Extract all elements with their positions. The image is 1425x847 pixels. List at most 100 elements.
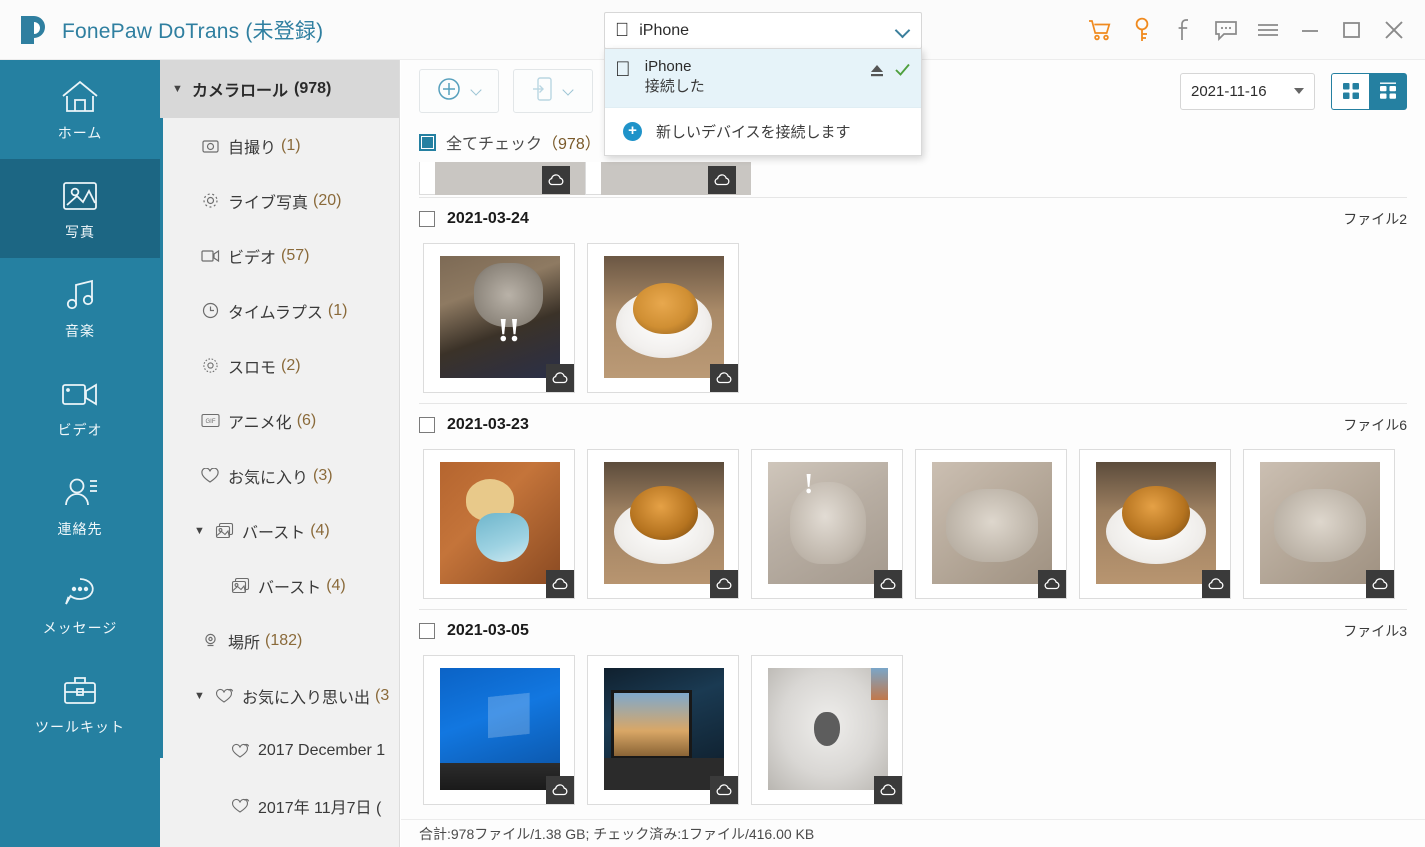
chevron-down-icon[interactable] <box>897 24 911 38</box>
device-dropdown-item-iphone[interactable]:  iPhone 接続した <box>605 49 921 108</box>
thumbnail[interactable] <box>423 243 575 393</box>
tree-item-selfies[interactable]: 自撮り (1) <box>160 118 399 173</box>
tree-item-burst-child[interactable]: バースト (4) <box>160 558 399 613</box>
sidebar-item-toolkit[interactable]: ツールキット <box>0 654 160 753</box>
key-icon[interactable] <box>1121 7 1163 53</box>
group-file-count: ファイル3 <box>1343 622 1407 639</box>
thumbnail-image <box>1096 462 1216 584</box>
tree-item-count: (182) <box>265 631 303 649</box>
grid-view-button[interactable] <box>1331 72 1369 110</box>
date-group-header[interactable]: 2021-03-05 ファイル3 <box>419 609 1407 651</box>
chevron-down-icon[interactable] <box>472 86 483 97</box>
check-all-checkbox[interactable] <box>419 133 436 151</box>
tree-scroll-indicator[interactable] <box>160 118 163 758</box>
tree-item-slomo[interactable]: スロモ (2) <box>160 338 399 393</box>
sidebar-item-messages[interactable]: メッセージ <box>0 555 160 654</box>
caret-down-icon[interactable]: ▼ <box>194 690 208 702</box>
thumbnail[interactable] <box>585 162 751 195</box>
sidebar-item-photos[interactable]: 写真 <box>0 159 160 258</box>
tree-root-camera-roll[interactable]: ▼ カメラロール (978) <box>160 60 399 118</box>
tree-item-animated[interactable]: GIF アニメ化 (6) <box>160 393 399 448</box>
message-icon <box>59 572 101 612</box>
group-checkbox[interactable] <box>419 622 435 639</box>
device-selected-label: iPhone <box>625 21 689 39</box>
tree-root-label: カメラロール <box>192 83 289 100</box>
thumbnail-image <box>932 462 1052 584</box>
tree-item-label: 自撮り <box>228 139 277 157</box>
apple-icon:  <box>615 21 629 40</box>
check-all-label: 全てチェック（978） <box>446 130 601 154</box>
location-icon <box>200 632 220 649</box>
sidebar-item-video[interactable]: ビデオ <box>0 357 160 456</box>
thumbnail[interactable] <box>751 655 903 805</box>
tree-item-count: (1) <box>281 136 301 154</box>
chevron-down-icon[interactable] <box>564 86 575 97</box>
tree-item-live-photos[interactable]: ライブ写真 (20) <box>160 173 399 228</box>
thumbnail[interactable] <box>751 449 903 599</box>
tree-item-label: 2017 December 1 <box>258 741 386 759</box>
thumbnail[interactable] <box>1079 449 1231 599</box>
tree-item-memory-2017-nov7[interactable]: 2017年 11月7日 ( <box>160 778 399 833</box>
date-group-header[interactable]: 2021-03-23 ファイル6 <box>419 403 1407 445</box>
caret-down-icon[interactable]: ▼ <box>194 525 208 537</box>
device-selector[interactable]:  iPhone <box>604 12 922 49</box>
add-button[interactable] <box>419 69 499 113</box>
tree-item-count: (3 <box>375 686 390 704</box>
caret-down-icon[interactable]: ▼ <box>172 83 186 95</box>
sidebar-item-label: 写真 <box>65 223 95 240</box>
app-logo <box>6 12 62 48</box>
album-tree-panel: ▼ カメラロール (978) 自撮り (1) ライブ写真 (20) ビデオ (5… <box>160 60 400 847</box>
facebook-icon[interactable] <box>1163 7 1205 53</box>
thumbnail[interactable] <box>1243 449 1395 599</box>
close-icon[interactable] <box>1373 7 1415 53</box>
sidebar-item-home[interactable]: ホーム <box>0 60 160 159</box>
tree-item-label: 2017年 11月7日 ( <box>258 799 382 817</box>
tree-item-videos[interactable]: ビデオ (57) <box>160 228 399 283</box>
tree-item-label: 場所 <box>228 634 261 652</box>
triangle-down-icon[interactable] <box>1294 88 1304 94</box>
device-dropdown-item-add-new[interactable]: + 新しいデバイスを接続します <box>605 108 921 155</box>
thumbnail[interactable] <box>587 449 739 599</box>
tree-item-memory-2017-december[interactable]: 2017 December 1 <box>160 723 399 778</box>
sidebar-item-contacts[interactable]: 連絡先 <box>0 456 160 555</box>
tree-item-places[interactable]: 場所 (182) <box>160 613 399 668</box>
tree-item-timelapse[interactable]: タイムラプス (1) <box>160 283 399 338</box>
thumbnail-image <box>604 462 724 584</box>
tree-item-favorite-memories[interactable]: ▼ お気に入り思い出 (3 <box>160 668 399 723</box>
thumbnail[interactable] <box>423 449 575 599</box>
feedback-icon[interactable] <box>1205 7 1247 53</box>
tree-item-burst-parent[interactable]: ▼ バースト (4) <box>160 503 399 558</box>
video-small-icon <box>200 249 220 263</box>
camera-icon <box>200 138 220 154</box>
export-to-device-button[interactable] <box>513 69 593 113</box>
thumbnail-row <box>419 239 1407 403</box>
cart-icon[interactable] <box>1079 7 1121 53</box>
maximize-icon[interactable] <box>1331 7 1373 53</box>
add-icon <box>436 76 462 107</box>
device-item-status: 接続した <box>629 77 705 95</box>
cloud-icon <box>546 364 574 392</box>
menu-icon[interactable] <box>1247 7 1289 53</box>
cloud-icon <box>710 776 738 804</box>
view-mode-toggle <box>1331 72 1407 110</box>
thumbnail[interactable] <box>915 449 1067 599</box>
date-group-header[interactable]: 2021-03-24 ファイル2 <box>419 197 1407 239</box>
thumbnail-image <box>768 462 888 584</box>
thumbnail-image <box>440 668 560 790</box>
sidebar: ホーム 写真 音楽 ビデオ 連絡先 メッセージ ツールキット <box>0 60 160 847</box>
group-checkbox[interactable] <box>419 210 435 227</box>
thumbnail-image <box>604 256 724 378</box>
app-title-suffix: (未登録) <box>245 19 324 43</box>
minimize-icon[interactable] <box>1289 7 1331 53</box>
sidebar-item-music[interactable]: 音楽 <box>0 258 160 357</box>
photo-gallery[interactable]: 2021-03-24 ファイル2 !! 2021-03-23 ファイル6 ! 2… <box>401 162 1425 812</box>
thumbnail[interactable] <box>587 655 739 805</box>
thumbnail[interactable] <box>423 655 575 805</box>
date-filter-dropdown[interactable]: 2021-11-16 <box>1180 72 1315 110</box>
tree-item-favorites[interactable]: お気に入り (3) <box>160 448 399 503</box>
list-view-button[interactable] <box>1369 72 1407 110</box>
thumbnail[interactable] <box>587 243 739 393</box>
thumbnail[interactable] <box>419 162 585 195</box>
eject-icon[interactable] <box>869 58 885 82</box>
group-checkbox[interactable] <box>419 416 435 433</box>
